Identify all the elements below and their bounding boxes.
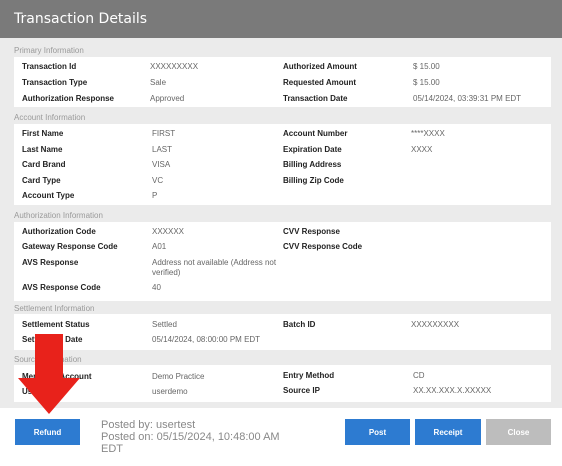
entry-method-value: CD <box>413 371 425 380</box>
authorized-amount-value: $ 15.00 <box>413 62 440 71</box>
user-label: User <box>22 387 40 396</box>
account-number-value: ****XXXX <box>411 129 445 138</box>
account-info-card: First Name FIRST Last Name LAST Card Bra… <box>14 124 551 205</box>
posted-info: Posted by: usertest Posted on: 05/15/202… <box>101 419 291 455</box>
section-title-primary: Primary Information <box>14 46 84 55</box>
expiration-date-value: XXXX <box>411 145 433 154</box>
avs-response-code-label: AVS Response Code <box>22 283 101 292</box>
gateway-response-code-label: Gateway Response Code <box>22 242 118 251</box>
expiration-date-label: Expiration Date <box>283 145 342 154</box>
section-title-account: Account Information <box>14 113 86 122</box>
first-name-value: FIRST <box>152 129 176 138</box>
post-button[interactable]: Post <box>345 419 410 445</box>
avs-response-code-value: 40 <box>152 283 161 292</box>
refund-button[interactable]: Refund <box>15 419 80 445</box>
batch-id-label: Batch ID <box>283 320 316 329</box>
billing-address-label: Billing Address <box>283 160 342 169</box>
dialog-body: Primary Information Transaction Id XXXXX… <box>0 38 562 408</box>
posted-on-text: Posted on: 05/15/2024, 10:48:00 AM EDT <box>101 431 280 455</box>
source-ip-label: Source IP <box>283 386 320 395</box>
section-title-source: Source Information <box>14 355 82 364</box>
merchant-account-value: Demo Practice <box>152 372 205 381</box>
requested-amount-value: $ 15.00 <box>413 78 440 87</box>
settlement-status-label: Settlement Status <box>22 320 90 329</box>
section-title-settlement: Settlement Information <box>14 304 95 313</box>
last-name-label: Last Name <box>22 145 63 154</box>
user-value: userdemo <box>152 387 188 396</box>
source-ip-value: XX.XX.XXX.X.XXXXX <box>413 386 492 395</box>
transaction-id-value: XXXXXXXXX <box>150 62 199 71</box>
transaction-type-label: Transaction Type <box>22 78 88 87</box>
settlement-date-label: Settlement Date <box>22 335 83 344</box>
posted-by-text: Posted by: usertest <box>101 419 196 431</box>
settlement-date-value: 05/14/2024, 08:00:00 PM EDT <box>152 335 261 344</box>
dialog-title: Transaction Details <box>0 0 562 38</box>
section-title-authorization: Authorization Information <box>14 211 103 220</box>
requested-amount-label: Requested Amount <box>283 78 357 87</box>
authorization-info-card: Authorization Code XXXXXX Gateway Respon… <box>14 222 551 301</box>
authorized-amount-label: Authorized Amount <box>283 62 357 71</box>
batch-id-value: XXXXXXXXX <box>411 320 460 329</box>
source-info-card: Merchant Account Demo Practice User user… <box>14 365 551 402</box>
first-name-label: First Name <box>22 129 64 138</box>
entry-method-label: Entry Method <box>283 371 335 380</box>
primary-info-card: Transaction Id XXXXXXXXX Transaction Typ… <box>14 57 551 107</box>
billing-zip-label: Billing Zip Code <box>283 176 344 185</box>
transaction-date-value: 05/14/2024, 03:39:31 PM EDT <box>413 94 522 103</box>
transaction-date-label: Transaction Date <box>283 94 348 103</box>
avs-response-label: AVS Response <box>22 258 79 267</box>
avs-response-value: Address not available (Address not verif… <box>152 258 277 277</box>
authorization-response-value: Approved <box>150 94 185 103</box>
last-name-value: LAST <box>152 145 173 154</box>
authorization-code-label: Authorization Code <box>22 227 96 236</box>
authorization-response-label: Authorization Response <box>22 94 115 103</box>
cvv-response-label: CVV Response <box>283 227 340 236</box>
account-type-label: Account Type <box>22 191 75 200</box>
transaction-type-value: Sale <box>150 78 167 87</box>
card-type-value: VC <box>152 176 164 185</box>
card-brand-value: VISA <box>152 160 171 169</box>
gateway-response-code-value: A01 <box>152 242 167 251</box>
transaction-id-label: Transaction Id <box>22 62 77 71</box>
settlement-status-value: Settled <box>152 320 177 329</box>
dialog-footer: Refund Posted by: usertest Posted on: 05… <box>0 408 562 466</box>
merchant-account-label: Merchant Account <box>22 372 92 381</box>
account-number-label: Account Number <box>283 129 348 138</box>
cvv-response-code-label: CVV Response Code <box>283 242 363 251</box>
card-brand-label: Card Brand <box>22 160 66 169</box>
authorization-code-value: XXXXXX <box>152 227 185 236</box>
account-type-value: P <box>152 191 158 200</box>
settlement-info-card: Settlement Status Settled Settlement Dat… <box>14 314 551 350</box>
card-type-label: Card Type <box>22 176 61 185</box>
close-button[interactable]: Close <box>486 419 551 445</box>
receipt-button[interactable]: Receipt <box>415 419 481 445</box>
